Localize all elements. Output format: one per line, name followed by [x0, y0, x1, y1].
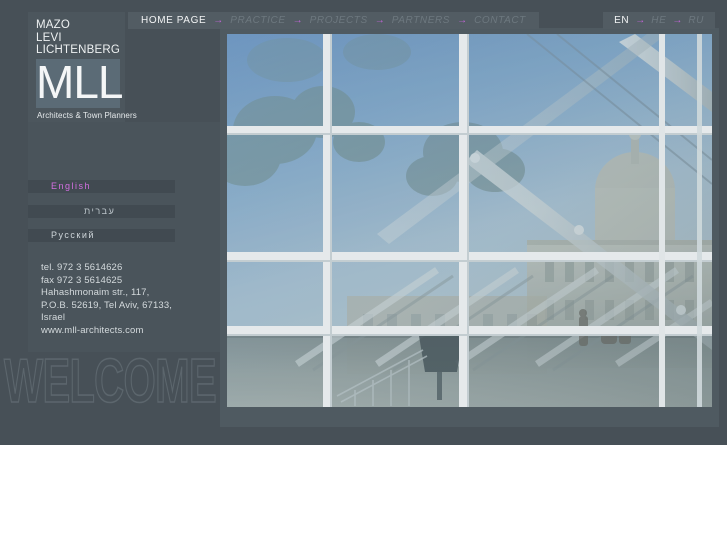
logo-monogram-block: MLL — [36, 56, 123, 108]
logo-line-mazo: MAZO — [36, 19, 71, 31]
hero-image-graphic — [227, 34, 712, 407]
logo-line-lichtenberg: LICHTENBERG — [36, 44, 120, 56]
contact-street: Hahashmonaim str., 117, — [41, 287, 150, 299]
contact-city: P.O.B. 52619, Tel Aviv, 67133, — [41, 299, 173, 311]
hero-image — [227, 34, 712, 407]
nav-item-home-page[interactable]: HOME PAGE — [136, 12, 211, 29]
nav-item-projects[interactable]: PROJECTS — [305, 12, 373, 29]
contact-country: Israel — [41, 312, 66, 324]
nav-arrow-icon: → — [672, 15, 683, 26]
nav-item-practice[interactable]: PRACTICE — [225, 12, 290, 29]
nav-arrow-icon: → — [374, 15, 385, 26]
logo-panel[interactable]: MAZO LEVI LICHTENBERG MLL Architects & T… — [28, 12, 137, 122]
language-button-russian[interactable]: Русский — [28, 229, 175, 242]
lang-nav-item-en[interactable]: EN — [610, 12, 633, 29]
nav-arrow-icon: → — [213, 15, 224, 26]
contact-telephone: tel. 972 3 5614626 — [41, 262, 123, 273]
nav-arrow-icon: → — [292, 15, 303, 26]
nav-item-contact[interactable]: CONTACT — [469, 12, 531, 29]
nav-arrow-icon: → — [635, 15, 646, 26]
lang-nav-item-he[interactable]: HE — [647, 12, 670, 29]
contact-fax: fax 972 3 5614625 — [41, 274, 123, 286]
contact-website-link[interactable]: www.mll-architects.com — [41, 325, 172, 338]
lang-nav-item-ru[interactable]: RU — [684, 12, 708, 29]
logo-tagline: Architects & Town Planners — [37, 111, 137, 120]
nav-arrow-icon: → — [457, 15, 468, 26]
contact-info: tel. 972 3 5614626 fax 972 3 5614625 Hah… — [41, 262, 172, 338]
main-navigation[interactable]: HOME PAGE → PRACTICE → PROJECTS → PARTNE… — [128, 12, 539, 29]
logo-wordmark: MAZO LEVI LICHTENBERG — [36, 19, 120, 57]
nav-item-partners[interactable]: PARTNERS — [387, 12, 455, 29]
sidebar-panel: English עברית Русский tel. 972 3 5614626… — [28, 122, 220, 352]
logo-monogram-text: MLL — [36, 56, 123, 108]
language-button-english[interactable]: English — [28, 180, 175, 193]
page-root: HOME PAGE → PRACTICE → PROJECTS → PARTNE… — [0, 0, 727, 545]
language-navigation[interactable]: EN → HE → RU — [603, 12, 715, 29]
logo-line-levi: LEVI — [36, 31, 62, 44]
language-button-hebrew[interactable]: עברית — [28, 205, 175, 218]
